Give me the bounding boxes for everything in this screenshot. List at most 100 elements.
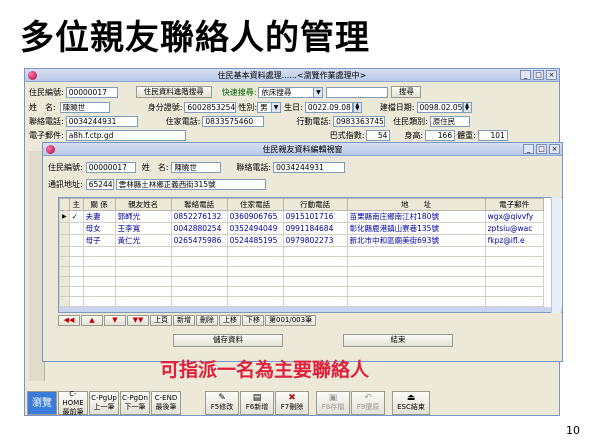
prev-record-button[interactable]: C-PgUp 上一筆 bbox=[89, 391, 119, 415]
cell-home[interactable]: 0352494049 bbox=[226, 222, 284, 235]
cell-relation[interactable]: 母女 bbox=[82, 222, 116, 235]
category-label: 住民類別: bbox=[393, 116, 428, 126]
adl-label: 巴式指數: bbox=[329, 130, 365, 140]
chevron-down-icon[interactable]: ▼ bbox=[314, 86, 324, 98]
last-record-button[interactable]: C-END 最後筆 bbox=[151, 391, 181, 415]
intake-date-field[interactable]: 0098.02.05 bbox=[416, 101, 463, 113]
column-header[interactable]: 聯絡電話 bbox=[170, 198, 228, 211]
cell-name[interactable]: 黃仁光 bbox=[114, 234, 172, 247]
cell-main[interactable] bbox=[68, 222, 84, 235]
cell-address[interactable]: 苗栗縣南庄鄉南江村180號 bbox=[346, 210, 486, 223]
delete-button[interactable]: 刪除 bbox=[196, 315, 218, 326]
quick-search-input[interactable] bbox=[326, 86, 389, 98]
gender-label: 性別: bbox=[238, 102, 258, 112]
adl-field[interactable]: 54 bbox=[366, 129, 391, 141]
gender-select[interactable]: 男 bbox=[257, 101, 273, 113]
column-header[interactable]: 地 址 bbox=[346, 198, 486, 211]
height-field[interactable]: 166 bbox=[425, 129, 456, 141]
cell-relation[interactable]: 夫妻 bbox=[82, 210, 116, 223]
cell-email[interactable]: fkpz@ifl.e bbox=[484, 234, 544, 247]
row-indicator-icon bbox=[59, 234, 70, 247]
move-down-button[interactable]: 下移 bbox=[242, 315, 264, 326]
cell-home[interactable]: 0524485195 bbox=[226, 234, 284, 247]
cell-relation[interactable]: 母子 bbox=[82, 234, 116, 247]
home-phone-field[interactable]: 0833575460 bbox=[202, 115, 265, 127]
close-icon[interactable]: × bbox=[546, 70, 557, 80]
cell-mobile[interactable]: 0915101716 bbox=[282, 210, 348, 223]
cell-contact[interactable]: 0852276132 bbox=[170, 210, 228, 223]
cell-main[interactable] bbox=[68, 234, 84, 247]
maximize-icon[interactable]: □ bbox=[536, 144, 547, 154]
cell-name[interactable]: 郭師光 bbox=[114, 210, 172, 223]
name-field[interactable]: 陳曉世 bbox=[59, 101, 110, 113]
spinner-icon[interactable]: ▲ ▼ bbox=[462, 101, 472, 113]
column-header[interactable]: 電子郵件 bbox=[484, 198, 544, 211]
cell-email[interactable]: wgx@qivvfy bbox=[484, 210, 544, 223]
column-header[interactable]: 親友姓名 bbox=[114, 198, 172, 211]
close-icon[interactable]: × bbox=[549, 144, 560, 154]
column-header[interactable]: 行動電話 bbox=[282, 198, 348, 211]
maximize-icon[interactable]: □ bbox=[533, 70, 544, 80]
table-row[interactable]: ▶ ✓ 夫妻 郭師光 0852276132 0360906765 0915101716 苗栗縣… bbox=[59, 210, 544, 223]
column-header[interactable]: 住家電話 bbox=[226, 198, 284, 211]
cell-name[interactable]: 王李寬 bbox=[114, 222, 172, 235]
advanced-search-button[interactable]: 住民資料進階搜尋 bbox=[135, 86, 212, 98]
birthday-field[interactable]: 0022.09.08 bbox=[304, 101, 353, 113]
category-field[interactable]: 原住民 bbox=[429, 115, 470, 127]
dialog-resident-id-field[interactable]: 00000017 bbox=[85, 161, 136, 173]
browse-button[interactable]: 瀏覽 bbox=[27, 391, 57, 415]
spinner-icon[interactable]: ▲ ▼ bbox=[352, 101, 362, 113]
weight-field[interactable]: 101 bbox=[477, 129, 508, 141]
address-field[interactable]: 雲林縣土林鄉正義西街315號 bbox=[115, 178, 266, 190]
cell-address[interactable]: 彰化縣鹿港鎮山寮巷135號 bbox=[346, 222, 486, 235]
contact-phone-field[interactable]: 0034244931 bbox=[65, 115, 138, 127]
dialog-contact-phone-field[interactable]: 0034244931 bbox=[273, 161, 346, 173]
edit-button[interactable]: ✎ F5修改 bbox=[205, 391, 239, 415]
cell-main[interactable]: ✓ bbox=[68, 210, 84, 223]
save-data-button[interactable]: 儲存資料 bbox=[173, 334, 283, 347]
home-phone-label: 住家電話: bbox=[165, 116, 201, 126]
page-number: 10 bbox=[566, 424, 580, 437]
cell-contact[interactable]: 0042880254 bbox=[170, 222, 228, 235]
close-button[interactable]: 結束 bbox=[343, 334, 453, 347]
prev-page-button[interactable]: 上頁 bbox=[150, 315, 172, 326]
table-row[interactable]: 母女 王李寬 0042880254 0352494049 0991184684 彰化縣鹿港… bbox=[59, 222, 544, 235]
first-record-icon[interactable]: ◀◀ bbox=[58, 315, 80, 326]
empty-table-row bbox=[59, 286, 544, 297]
first-record-button[interactable]: C-HOME 最前筆 bbox=[58, 390, 88, 416]
search-button[interactable]: 搜尋 bbox=[391, 86, 422, 98]
column-header[interactable]: 關 係 bbox=[82, 198, 116, 211]
undo-button[interactable]: ↶ F9還原 bbox=[351, 391, 385, 415]
delete-icon: ✖ bbox=[288, 393, 296, 403]
chevron-down-icon[interactable]: ▼ bbox=[272, 101, 282, 113]
minimize-icon[interactable]: _ bbox=[523, 144, 534, 154]
table-row[interactable]: 母子 黃仁光 0265475986 0524485195 0979802273 新北市中和… bbox=[59, 234, 544, 247]
exit-button[interactable]: ⏏ ESC結束 bbox=[392, 391, 430, 415]
zip-field[interactable]: 65244 bbox=[85, 178, 114, 190]
cell-contact[interactable]: 0265475986 bbox=[170, 234, 228, 247]
move-up-button[interactable]: 上移 bbox=[219, 315, 241, 326]
dialog-name-field[interactable]: 陳曉世 bbox=[171, 161, 222, 173]
resident-id-field[interactable]: 00000017 bbox=[65, 86, 118, 98]
add-record-button[interactable]: ▤ F6新增 bbox=[240, 391, 274, 415]
last-record-icon[interactable]: ▼▼ bbox=[127, 315, 149, 326]
cell-mobile[interactable]: 0991184684 bbox=[282, 222, 348, 235]
email-field[interactable]: a8h.f.ctp.gd bbox=[65, 129, 186, 141]
cell-email[interactable]: zptsiu@wac bbox=[484, 222, 544, 235]
save-record-button[interactable]: ▣ F8存檔 bbox=[316, 391, 350, 415]
vertical-scrollbar[interactable] bbox=[551, 197, 561, 313]
cell-address[interactable]: 新北市中和區廟美街693號 bbox=[346, 234, 486, 247]
prev-record-icon[interactable]: ▲ bbox=[81, 315, 103, 326]
minimize-icon[interactable]: _ bbox=[520, 70, 531, 80]
id-number-field[interactable]: 6002853254 bbox=[184, 101, 237, 113]
next-record-button[interactable]: C-PgDn 下一筆 bbox=[120, 391, 150, 415]
quick-search-select[interactable]: 依床搜尋 bbox=[258, 86, 315, 98]
cell-mobile[interactable]: 0979802273 bbox=[282, 234, 348, 247]
mobile-field[interactable]: 0983363745 bbox=[333, 115, 386, 127]
horizontal-scrollbar[interactable] bbox=[59, 307, 562, 312]
delete-record-button[interactable]: ✖ F7刪除 bbox=[275, 391, 309, 415]
next-record-icon[interactable]: ▼ bbox=[104, 315, 126, 326]
add-button[interactable]: 新增 bbox=[173, 315, 195, 326]
cell-home[interactable]: 0360906765 bbox=[226, 210, 284, 223]
column-header[interactable]: 主 bbox=[68, 198, 84, 211]
